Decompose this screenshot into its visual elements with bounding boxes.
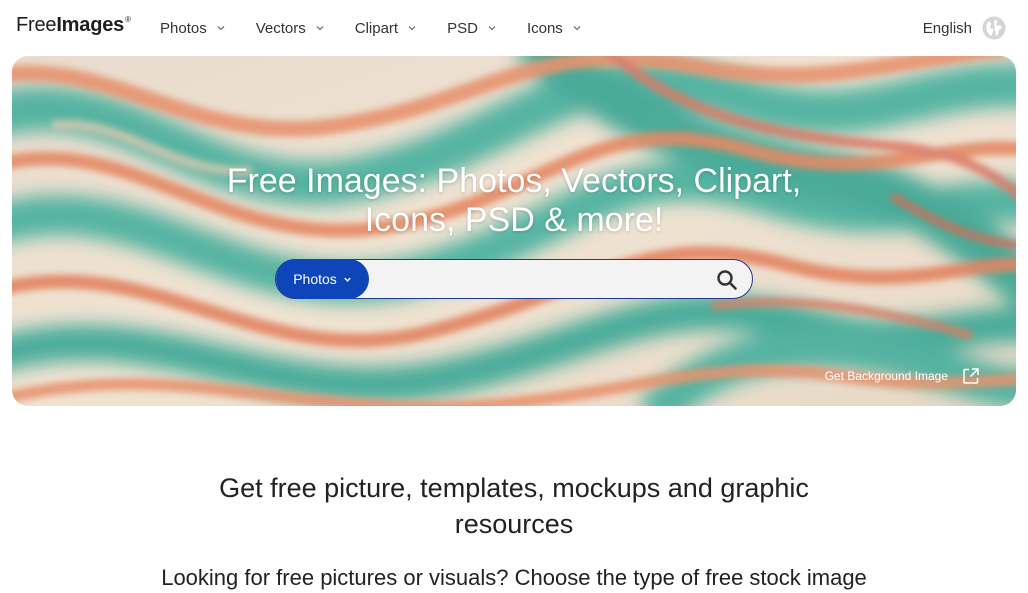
- nav-item-photos[interactable]: Photos: [160, 20, 226, 37]
- nav-item-icons[interactable]: Icons: [527, 20, 582, 37]
- nav-item-label: PSD: [447, 19, 478, 37]
- nav-item-vectors[interactable]: Vectors: [256, 20, 325, 37]
- search-bar: Photos: [275, 259, 753, 299]
- nav-item-label: Photos: [160, 19, 207, 37]
- chevron-down-icon: [344, 277, 351, 282]
- intro-paragraph: Looking for free pictures or visuals? Ch…: [161, 565, 867, 590]
- hero-title: Free Images: Photos, Vectors, Clipart, I…: [12, 162, 1016, 240]
- chevron-down-icon: [217, 26, 225, 31]
- search-type-label: Photos: [293, 271, 337, 287]
- nav-item-label: Icons: [526, 19, 563, 37]
- freeimages-logo[interactable]: Free Images ®: [16, 14, 131, 42]
- logo-registered-mark: ®: [125, 15, 131, 24]
- hero-title-line: Free Images: Photos, Vectors, Clipart,: [226, 162, 802, 200]
- chevron-down-icon: [573, 26, 581, 31]
- nav-item-label: Clipart: [354, 19, 399, 37]
- chevron-down-icon: [488, 26, 496, 31]
- search-type-dropdown[interactable]: Photos: [276, 259, 369, 299]
- hero-title-line: Icons, PSD & more!: [364, 201, 664, 239]
- external-link-icon: [963, 368, 979, 384]
- nav-item-clipart[interactable]: Clipart: [355, 20, 417, 37]
- globe-icon: [982, 16, 1006, 40]
- chevron-down-icon: [316, 26, 324, 31]
- language-label: English: [922, 19, 972, 37]
- section-heading-line: resources: [454, 509, 574, 539]
- search-icon[interactable]: [716, 269, 738, 291]
- logo-text-images: Images: [56, 14, 125, 36]
- language-selector[interactable]: English: [923, 14, 1006, 42]
- chevron-down-icon: [408, 26, 416, 31]
- search-input[interactable]: [376, 266, 700, 294]
- main-nav: Photos Vectors Clipart PSD Icons: [160, 0, 612, 56]
- hero-banner: Free Images: Photos, Vectors, Clipart, I…: [12, 56, 1016, 406]
- site-header: Free Images ® Photos Vectors Clipart PSD I…: [0, 0, 1028, 56]
- nav-item-label: Vectors: [255, 19, 306, 37]
- section-heading-line: Get free picture, templates, mockups and…: [219, 473, 809, 503]
- logo-text-free: Free: [16, 14, 57, 36]
- section-heading: Get free picture, templates, mockups and…: [0, 470, 1028, 542]
- nav-item-psd[interactable]: PSD: [447, 20, 497, 37]
- get-background-image-link[interactable]: Get Background Image: [825, 367, 980, 385]
- get-background-image-label: Get Background Image: [824, 369, 948, 383]
